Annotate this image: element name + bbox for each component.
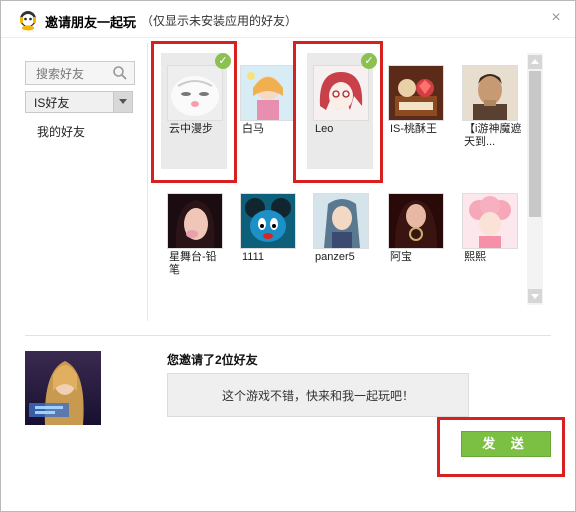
- scroll-thumb[interactable]: [529, 71, 541, 217]
- avatar: [388, 193, 444, 249]
- friend-item[interactable]: panzer5: [307, 181, 373, 297]
- friend-item[interactable]: 熙熙: [456, 181, 522, 297]
- close-icon[interactable]: ×: [549, 10, 563, 26]
- avatar: [240, 193, 296, 249]
- app-logo-icon: [20, 11, 36, 31]
- friend-item[interactable]: 阿宝: [382, 181, 448, 297]
- friend-list-scrollbar[interactable]: [527, 53, 543, 305]
- dialog-subtitle: （仅显示未安装应用的好友）: [141, 14, 298, 28]
- friend-item[interactable]: 白马: [234, 53, 300, 169]
- friend-name: 阿宝: [390, 251, 412, 263]
- friend-name: 1111: [242, 251, 265, 263]
- scroll-up-icon[interactable]: [528, 55, 542, 69]
- friend-item[interactable]: 1111: [234, 181, 300, 297]
- friend-group-select[interactable]: IS好友: [25, 91, 133, 113]
- friend-name: 星舞台-铅笔: [169, 251, 217, 276]
- avatar: [462, 193, 518, 249]
- divider: [1, 37, 575, 38]
- divider: [147, 43, 148, 321]
- search-icon[interactable]: [112, 65, 128, 81]
- friend-item[interactable]: 【i游神魔遮天到...: [456, 53, 522, 169]
- title-bar: 邀请朋友一起玩 （仅显示未安装应用的好友） ×: [1, 1, 575, 37]
- avatar: [240, 65, 296, 121]
- friend-name: 【i游神魔遮天到...: [464, 123, 522, 148]
- highlight-box: [437, 417, 565, 477]
- highlight-box: [151, 41, 237, 183]
- friend-name: 熙熙: [464, 251, 486, 263]
- avatar: [167, 193, 223, 249]
- scroll-down-icon[interactable]: [528, 289, 542, 303]
- friend-group-value: IS好友: [34, 96, 70, 110]
- my-friends-link[interactable]: 我的好友: [37, 123, 85, 140]
- friend-name: IS-桃酥王: [390, 123, 438, 135]
- divider: [25, 335, 551, 336]
- avatar: [462, 65, 518, 121]
- game-cover-image: [25, 351, 101, 425]
- invite-summary: 您邀请了2位好友: [167, 353, 258, 367]
- invite-message-input[interactable]: 这个游戏不错，快来和我一起玩吧！: [167, 373, 469, 417]
- friend-name: panzer5: [315, 251, 355, 263]
- avatar: [313, 193, 369, 249]
- avatar: [388, 65, 444, 121]
- friend-item[interactable]: 星舞台-铅笔: [161, 181, 227, 297]
- search-placeholder: 搜索好友: [36, 67, 85, 81]
- dialog-title: 邀请朋友一起玩: [45, 15, 137, 30]
- highlight-box: [293, 41, 383, 183]
- chevron-down-icon[interactable]: [113, 92, 132, 112]
- friend-item[interactable]: IS-桃酥王: [382, 53, 448, 169]
- invite-dialog: 邀请朋友一起玩 （仅显示未安装应用的好友） × 搜索好友 IS好友 我的好友 云…: [0, 0, 576, 512]
- friend-search-input[interactable]: 搜索好友: [25, 61, 135, 85]
- friend-name: 白马: [242, 123, 264, 135]
- invite-message-text: 这个游戏不错，快来和我一起玩吧！: [221, 389, 414, 403]
